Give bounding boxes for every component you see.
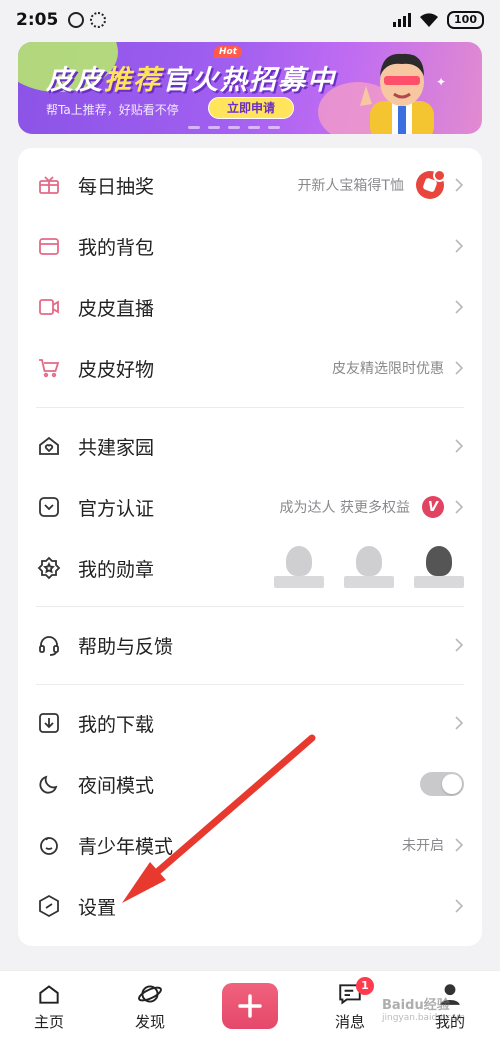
nav-home[interactable]: 主页 [19,981,79,1032]
menu-item-label: 共建家园 [78,436,155,459]
home-icon [39,985,59,1004]
chevron-right-icon [455,899,464,913]
cart-icon [36,355,62,381]
menu-item-live[interactable]: 皮皮直播 [18,277,482,337]
child-icon [36,832,62,858]
chevron-right-icon [455,439,464,453]
wifi-icon [420,13,439,27]
chevron-right-icon [455,239,464,253]
nav-label: 发现 [134,1013,165,1031]
menu-item-hint: 皮友精选限时优惠 [332,361,444,377]
menu-item-label: 设置 [78,896,117,919]
menu-item-hint: 未开启 [402,838,444,854]
menu-item-community[interactable]: 共建家园 [18,416,482,476]
menu-item-label: 我的勋章 [78,558,155,581]
divider [36,606,464,607]
notification-icon [68,12,85,28]
menu-item-hint: 成为达人 获更多权益 [279,500,410,516]
headset-icon [36,632,62,658]
post-button[interactable] [222,983,278,1029]
apply-button[interactable]: 立即申请 [208,97,295,119]
menu-item-label: 帮助与反馈 [78,635,174,658]
battery-icon: 100 [447,11,484,29]
mascot-illustration: ✦ [360,53,446,134]
medal-icon [36,555,62,581]
menu-item-night-mode: 夜间模式 [18,754,482,814]
medal-badge [344,546,394,590]
menu-item-label: 我的下载 [78,713,155,736]
night-mode-toggle[interactable] [420,772,464,796]
hot-tag: Hot [214,46,243,58]
lottery-badge-icon [416,169,446,199]
status-bar: 2:05 100 [0,0,500,40]
divider [36,684,464,685]
planet-icon [138,985,162,1003]
menu-item-settings[interactable]: 设置 [18,876,482,936]
chevron-right-icon [455,361,464,375]
menu-item-label: 每日抽奖 [78,175,155,198]
menu-item-verification[interactable]: 官方认证 成为达人 获更多权益 V [18,477,482,537]
medal-badge [414,546,464,590]
menu-item-goods[interactable]: 皮皮好物 皮友精选限时优惠 [18,338,482,398]
menu-item-hint: 开新人宝箱得T恤 [297,178,404,194]
menu-item-medals[interactable]: 我的勋章 [18,538,482,598]
nav-label: 消息 [334,1013,365,1031]
settings-icon [36,893,62,919]
plus-icon [238,994,262,1018]
menu-item-teen-mode[interactable]: 青少年模式 未开启 [18,815,482,875]
menu-item-label: 青少年模式 [78,835,174,858]
banner-subtitle: 帮Ta上推荐，好贴看不停 [46,103,179,117]
chevron-right-icon [455,500,464,514]
menu-item-label: 皮皮好物 [78,358,155,381]
recruit-banner[interactable]: 皮皮推荐官火热招募中 Hot 帮Ta上推荐，好贴看不停 立即申请 ✦ [18,42,482,134]
menu-item-label: 官方认证 [78,497,155,520]
chevron-right-icon [455,838,464,852]
live-icon [36,294,62,320]
watermark-url: jingyan.baidu.com [382,1013,466,1023]
menu-item-help-feedback[interactable]: 帮助与反馈 [18,615,482,675]
nav-label: 主页 [33,1013,64,1031]
svg-text:✦: ✦ [436,75,446,89]
divider [36,407,464,408]
chevron-right-icon [455,638,464,652]
nav-discover[interactable]: 发现 [120,981,180,1032]
message-count-badge: 1 [356,977,374,995]
download-icon [36,710,62,736]
verify-icon [36,494,62,520]
menu-item-label: 皮皮直播 [78,297,155,320]
menu-card: 每日抽奖 开新人宝箱得T恤 我的背包 皮皮直播 皮皮好物 皮友精选限时优惠 共建… [18,148,482,946]
chevron-right-icon [455,716,464,730]
bag-icon [36,233,62,259]
menu-item-downloads[interactable]: 我的下载 [18,693,482,753]
gift-icon [36,172,62,198]
medal-badge [274,546,324,590]
moon-icon [36,771,62,797]
banner-title: 皮皮推荐官火热招募中 [46,65,336,96]
app-notification-icon [90,12,107,28]
status-time: 2:05 [16,10,59,30]
signal-icon [393,13,412,27]
menu-item-label: 夜间模式 [78,774,155,797]
menu-item-daily-lottery[interactable]: 每日抽奖 开新人宝箱得T恤 [18,155,482,215]
chevron-right-icon [455,178,464,192]
home-heart-icon [36,433,62,459]
menu-item-label: 我的背包 [78,236,155,259]
verified-badge-icon: V [422,496,444,518]
chevron-right-icon [455,300,464,314]
watermark: Baidu经验 [382,998,450,1013]
medal-list [274,546,464,590]
banner-pager [188,126,280,129]
menu-item-backpack[interactable]: 我的背包 [18,216,482,276]
